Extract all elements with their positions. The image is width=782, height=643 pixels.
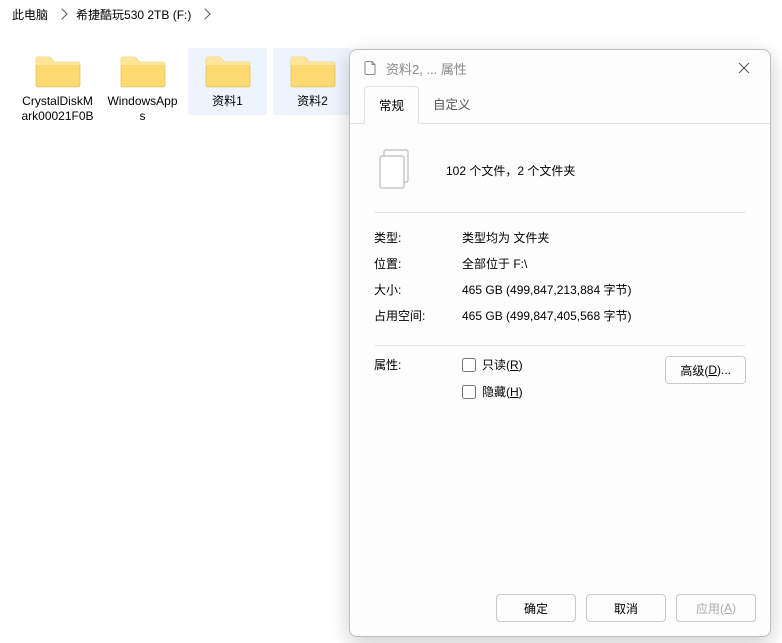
- dialog-body: 102 个文件，2 个文件夹 类型: 类型均为 文件夹 位置: 全部位于 F:\…: [350, 124, 770, 582]
- tab-general[interactable]: 常规: [364, 86, 419, 124]
- summary-text: 102 个文件，2 个文件夹: [446, 162, 575, 179]
- summary-row: 102 个文件，2 个文件夹: [374, 146, 746, 213]
- size-value: 465 GB (499,847,213,884 字节): [462, 281, 746, 298]
- cancel-button[interactable]: 取消: [586, 594, 666, 622]
- readonly-checkbox-row[interactable]: 只读(R): [462, 356, 523, 373]
- advanced-button[interactable]: 高级(D)...: [665, 356, 746, 384]
- close-button[interactable]: [730, 54, 758, 82]
- folder-item[interactable]: WindowsApps: [103, 48, 182, 130]
- attributes-label: 属性:: [374, 356, 462, 373]
- breadcrumb-root[interactable]: 此电脑: [10, 4, 50, 25]
- type-value: 类型均为 文件夹: [462, 229, 746, 246]
- dialog-title-text: 资料2, ... 属性: [386, 59, 730, 78]
- type-label: 类型:: [374, 229, 462, 246]
- ok-button[interactable]: 确定: [496, 594, 576, 622]
- folder-label: WindowsApps: [105, 94, 180, 124]
- hidden-checkbox[interactable]: [462, 385, 476, 399]
- readonly-label: 只读(R): [482, 356, 523, 373]
- hidden-checkbox-row[interactable]: 隐藏(H): [462, 383, 523, 400]
- apply-button[interactable]: 应用(A): [676, 594, 756, 622]
- dialog-footer: 确定 取消 应用(A): [350, 582, 770, 636]
- close-icon: [738, 62, 750, 74]
- location-label: 位置:: [374, 255, 462, 272]
- folder-item[interactable]: 资料2: [273, 48, 352, 115]
- disk-size-value: 465 GB (499,847,405,568 字节): [462, 307, 746, 324]
- folder-icon: [204, 52, 252, 90]
- dialog-titlebar[interactable]: 资料2, ... 属性: [350, 50, 770, 86]
- folder-icon: [119, 52, 167, 90]
- breadcrumb-drive[interactable]: 希捷酷玩530 2TB (F:): [74, 4, 193, 25]
- hidden-label: 隐藏(H): [482, 383, 523, 400]
- location-value: 全部位于 F:\: [462, 255, 746, 272]
- folder-item[interactable]: CrystalDiskMark00021F0B: [18, 48, 97, 130]
- properties-dialog: 资料2, ... 属性 常规 自定义 102 个文件，2 个文件夹 类型: 类型…: [349, 49, 771, 637]
- folder-item[interactable]: 资料1: [188, 48, 267, 115]
- document-icon: [362, 60, 378, 76]
- attributes-group: 属性: 只读(R) 隐藏(H) 高级(D)...: [374, 356, 746, 421]
- tab-strip: 常规 自定义: [350, 86, 770, 124]
- pages-icon: [374, 146, 418, 194]
- folder-label: 资料2: [297, 94, 328, 109]
- breadcrumb: 此电脑 希捷酷玩530 2TB (F:): [0, 0, 782, 28]
- readonly-checkbox[interactable]: [462, 358, 476, 372]
- folder-icon: [289, 52, 337, 90]
- tab-custom[interactable]: 自定义: [419, 86, 485, 123]
- folder-label: 资料1: [212, 94, 243, 109]
- folder-icon: [34, 52, 82, 90]
- chevron-right-icon[interactable]: [200, 8, 211, 19]
- chevron-right-icon[interactable]: [56, 8, 67, 19]
- info-group: 类型: 类型均为 文件夹 位置: 全部位于 F:\ 大小: 465 GB (49…: [374, 229, 746, 346]
- folder-label: CrystalDiskMark00021F0B: [20, 94, 95, 124]
- size-label: 大小:: [374, 281, 462, 298]
- disk-size-label: 占用空间:: [374, 307, 462, 324]
